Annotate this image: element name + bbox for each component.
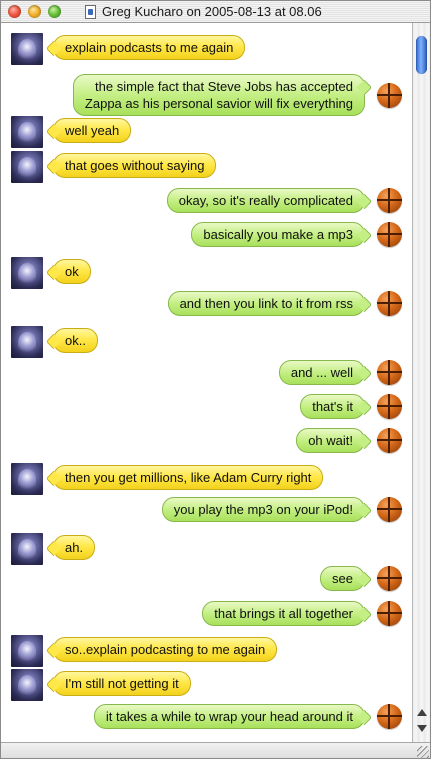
message-text: okay, so it's really complicated bbox=[178, 193, 353, 208]
message-text: well yeah bbox=[65, 123, 120, 138]
zoom-button[interactable] bbox=[48, 5, 61, 18]
outgoing-message-bubble: okay, so it's really complicated bbox=[166, 188, 365, 213]
close-button[interactable] bbox=[8, 5, 21, 18]
basketball-icon[interactable] bbox=[377, 360, 402, 385]
message-text: basically you make a mp3 bbox=[203, 227, 353, 242]
message-text: ok.. bbox=[65, 333, 86, 348]
buddy-avatar-icon[interactable] bbox=[11, 116, 43, 148]
scrollbar-thumb[interactable] bbox=[416, 36, 427, 74]
message-text: you play the mp3 on your iPod! bbox=[173, 502, 353, 517]
message-text: ah. bbox=[65, 540, 84, 555]
basketball-icon[interactable] bbox=[377, 601, 402, 626]
message-text: that goes without saying bbox=[65, 158, 205, 173]
outgoing-message-bubble: see bbox=[320, 566, 365, 591]
incoming-message-bubble: ah. bbox=[53, 535, 96, 560]
message-text: ok bbox=[65, 264, 79, 279]
buddy-avatar-icon[interactable] bbox=[11, 33, 43, 65]
incoming-message-bubble: ok bbox=[53, 259, 91, 284]
incoming-message-bubble: that goes without saying bbox=[53, 153, 217, 178]
incoming-message-bubble: explain podcasts to me again bbox=[53, 35, 246, 60]
incoming-message-bubble: so..explain podcasting to me again bbox=[53, 637, 278, 662]
scroll-down-arrow-icon[interactable] bbox=[417, 725, 427, 732]
basketball-icon[interactable] bbox=[377, 704, 402, 729]
document-icon bbox=[85, 5, 96, 19]
message-text: it takes a while to wrap your head aroun… bbox=[105, 709, 353, 724]
outgoing-message-bubble: oh wait! bbox=[296, 428, 365, 453]
chat-window: Greg Kucharo on 2005-08-13 at 08.06 expl… bbox=[0, 0, 431, 759]
chat-transcript[interactable]: explain podcasts to me again the simple f… bbox=[1, 23, 412, 742]
buddy-avatar-icon[interactable] bbox=[11, 669, 43, 701]
message-text: the simple fact that Steve Jobs has acce… bbox=[95, 79, 353, 94]
message-text: that brings it all together bbox=[214, 606, 353, 621]
buddy-avatar-icon[interactable] bbox=[11, 635, 43, 667]
message-text: and ... well bbox=[290, 365, 353, 380]
vertical-scrollbar[interactable] bbox=[412, 23, 430, 742]
incoming-message-bubble: ok.. bbox=[53, 328, 98, 353]
buddy-avatar-icon[interactable] bbox=[11, 533, 43, 565]
message-text: so..explain podcasting to me again bbox=[65, 642, 266, 657]
basketball-icon[interactable] bbox=[377, 222, 402, 247]
outgoing-message-bubble: the simple fact that Steve Jobs has acce… bbox=[72, 74, 365, 116]
minimize-button[interactable] bbox=[28, 5, 41, 18]
buddy-avatar-icon[interactable] bbox=[11, 151, 43, 183]
message-text: then you get millions, like Adam Curry r… bbox=[65, 470, 312, 485]
message-text: and then you link to it from rss bbox=[179, 296, 353, 311]
outgoing-message-bubble: and then you link to it from rss bbox=[167, 291, 365, 316]
incoming-message-bubble: well yeah bbox=[53, 118, 132, 143]
message-text: I'm still not getting it bbox=[65, 676, 179, 691]
outgoing-message-bubble: basically you make a mp3 bbox=[191, 222, 365, 247]
message-text: that's it bbox=[312, 399, 353, 414]
window-bottom-bar bbox=[1, 742, 430, 758]
outgoing-message-bubble: it takes a while to wrap your head aroun… bbox=[93, 704, 365, 729]
basketball-icon[interactable] bbox=[377, 291, 402, 316]
buddy-avatar-icon[interactable] bbox=[11, 257, 43, 289]
outgoing-message-bubble: you play the mp3 on your iPod! bbox=[161, 497, 365, 522]
outgoing-message-bubble: that brings it all together bbox=[202, 601, 365, 626]
buddy-avatar-icon[interactable] bbox=[11, 326, 43, 358]
title-bar[interactable]: Greg Kucharo on 2005-08-13 at 08.06 bbox=[1, 1, 430, 23]
outgoing-message-bubble: and ... well bbox=[278, 360, 365, 385]
basketball-icon[interactable] bbox=[377, 566, 402, 591]
resize-grip-icon[interactable] bbox=[417, 746, 429, 758]
basketball-icon[interactable] bbox=[377, 188, 402, 213]
scroll-up-arrow-icon[interactable] bbox=[417, 709, 427, 716]
window-title: Greg Kucharo on 2005-08-13 at 08.06 bbox=[102, 4, 322, 19]
basketball-icon[interactable] bbox=[377, 428, 402, 453]
message-text-line-2: Zappa as his personal savior will fix ev… bbox=[84, 96, 353, 111]
message-text: see bbox=[332, 571, 353, 586]
basketball-icon[interactable] bbox=[377, 83, 402, 108]
message-text: explain podcasts to me again bbox=[65, 40, 234, 55]
incoming-message-bubble: then you get millions, like Adam Curry r… bbox=[53, 465, 324, 490]
message-text: oh wait! bbox=[308, 433, 353, 448]
basketball-icon[interactable] bbox=[377, 394, 402, 419]
incoming-message-bubble: I'm still not getting it bbox=[53, 671, 191, 696]
outgoing-message-bubble: that's it bbox=[300, 394, 365, 419]
buddy-avatar-icon[interactable] bbox=[11, 463, 43, 495]
basketball-icon[interactable] bbox=[377, 497, 402, 522]
